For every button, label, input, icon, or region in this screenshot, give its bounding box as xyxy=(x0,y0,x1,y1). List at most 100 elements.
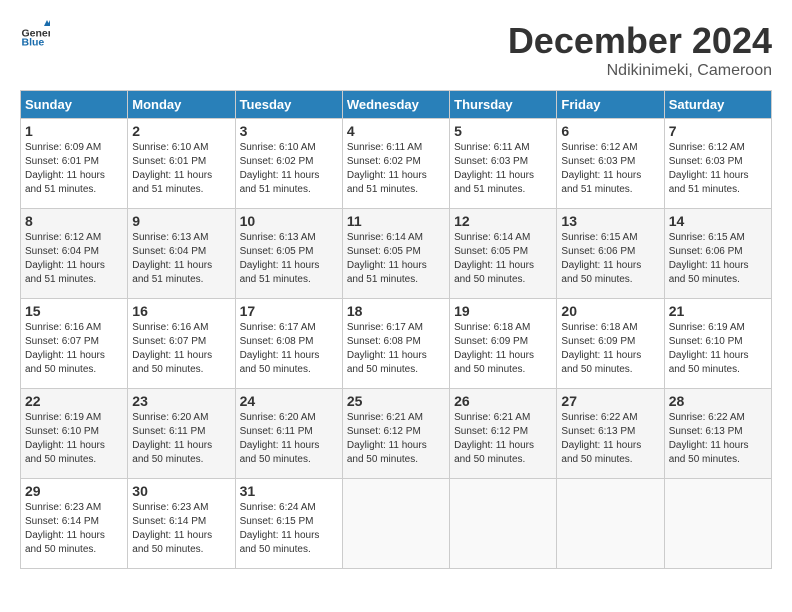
calendar-table: Sunday Monday Tuesday Wednesday Thursday… xyxy=(20,90,772,569)
day-number: 28 xyxy=(669,393,767,409)
day-info: Sunrise: 6:10 AM Sunset: 6:02 PM Dayligh… xyxy=(240,141,338,197)
day-info: Sunrise: 6:24 AM Sunset: 6:15 PM Dayligh… xyxy=(240,501,338,557)
table-row: 25 Sunrise: 6:21 AM Sunset: 6:12 PM Dayl… xyxy=(342,389,449,479)
day-info: Sunrise: 6:21 AM Sunset: 6:12 PM Dayligh… xyxy=(347,411,445,467)
day-number: 31 xyxy=(240,483,338,499)
table-row: 19 Sunrise: 6:18 AM Sunset: 6:09 PM Dayl… xyxy=(450,299,557,389)
day-info: Sunrise: 6:22 AM Sunset: 6:13 PM Dayligh… xyxy=(561,411,659,467)
day-info: Sunrise: 6:18 AM Sunset: 6:09 PM Dayligh… xyxy=(454,321,552,377)
day-number: 13 xyxy=(561,213,659,229)
day-info: Sunrise: 6:12 AM Sunset: 6:03 PM Dayligh… xyxy=(561,141,659,197)
day-number: 22 xyxy=(25,393,123,409)
day-info: Sunrise: 6:20 AM Sunset: 6:11 PM Dayligh… xyxy=(240,411,338,467)
svg-text:Blue: Blue xyxy=(22,37,45,49)
table-row: 12 Sunrise: 6:14 AM Sunset: 6:05 PM Dayl… xyxy=(450,209,557,299)
day-number: 26 xyxy=(454,393,552,409)
col-sunday: Sunday xyxy=(21,91,128,119)
empty-cell xyxy=(557,479,664,569)
table-row: 5 Sunrise: 6:11 AM Sunset: 6:03 PM Dayli… xyxy=(450,119,557,209)
day-number: 10 xyxy=(240,213,338,229)
day-info: Sunrise: 6:12 AM Sunset: 6:04 PM Dayligh… xyxy=(25,231,123,287)
day-info: Sunrise: 6:23 AM Sunset: 6:14 PM Dayligh… xyxy=(25,501,123,557)
day-number: 25 xyxy=(347,393,445,409)
table-row: 21 Sunrise: 6:19 AM Sunset: 6:10 PM Dayl… xyxy=(664,299,771,389)
calendar-row: 22 Sunrise: 6:19 AM Sunset: 6:10 PM Dayl… xyxy=(21,389,772,479)
table-row: 7 Sunrise: 6:12 AM Sunset: 6:03 PM Dayli… xyxy=(664,119,771,209)
table-row: 31 Sunrise: 6:24 AM Sunset: 6:15 PM Dayl… xyxy=(235,479,342,569)
logo-icon: General Blue xyxy=(20,20,50,50)
day-info: Sunrise: 6:23 AM Sunset: 6:14 PM Dayligh… xyxy=(132,501,230,557)
table-row: 22 Sunrise: 6:19 AM Sunset: 6:10 PM Dayl… xyxy=(21,389,128,479)
table-row: 17 Sunrise: 6:17 AM Sunset: 6:08 PM Dayl… xyxy=(235,299,342,389)
day-number: 9 xyxy=(132,213,230,229)
day-number: 4 xyxy=(347,123,445,139)
day-info: Sunrise: 6:12 AM Sunset: 6:03 PM Dayligh… xyxy=(669,141,767,197)
col-thursday: Thursday xyxy=(450,91,557,119)
col-wednesday: Wednesday xyxy=(342,91,449,119)
day-info: Sunrise: 6:11 AM Sunset: 6:02 PM Dayligh… xyxy=(347,141,445,197)
table-row: 30 Sunrise: 6:23 AM Sunset: 6:14 PM Dayl… xyxy=(128,479,235,569)
table-row: 3 Sunrise: 6:10 AM Sunset: 6:02 PM Dayli… xyxy=(235,119,342,209)
day-number: 1 xyxy=(25,123,123,139)
day-info: Sunrise: 6:10 AM Sunset: 6:01 PM Dayligh… xyxy=(132,141,230,197)
table-row: 20 Sunrise: 6:18 AM Sunset: 6:09 PM Dayl… xyxy=(557,299,664,389)
table-row: 28 Sunrise: 6:22 AM Sunset: 6:13 PM Dayl… xyxy=(664,389,771,479)
day-info: Sunrise: 6:17 AM Sunset: 6:08 PM Dayligh… xyxy=(240,321,338,377)
day-number: 19 xyxy=(454,303,552,319)
day-info: Sunrise: 6:09 AM Sunset: 6:01 PM Dayligh… xyxy=(25,141,123,197)
day-number: 20 xyxy=(561,303,659,319)
day-number: 5 xyxy=(454,123,552,139)
day-number: 14 xyxy=(669,213,767,229)
calendar-row: 29 Sunrise: 6:23 AM Sunset: 6:14 PM Dayl… xyxy=(21,479,772,569)
day-number: 29 xyxy=(25,483,123,499)
table-row: 26 Sunrise: 6:21 AM Sunset: 6:12 PM Dayl… xyxy=(450,389,557,479)
day-info: Sunrise: 6:15 AM Sunset: 6:06 PM Dayligh… xyxy=(561,231,659,287)
day-info: Sunrise: 6:13 AM Sunset: 6:05 PM Dayligh… xyxy=(240,231,338,287)
table-row: 10 Sunrise: 6:13 AM Sunset: 6:05 PM Dayl… xyxy=(235,209,342,299)
day-info: Sunrise: 6:20 AM Sunset: 6:11 PM Dayligh… xyxy=(132,411,230,467)
calendar-row: 1 Sunrise: 6:09 AM Sunset: 6:01 PM Dayli… xyxy=(21,119,772,209)
day-number: 2 xyxy=(132,123,230,139)
day-number: 23 xyxy=(132,393,230,409)
empty-cell xyxy=(450,479,557,569)
table-row: 11 Sunrise: 6:14 AM Sunset: 6:05 PM Dayl… xyxy=(342,209,449,299)
table-row: 27 Sunrise: 6:22 AM Sunset: 6:13 PM Dayl… xyxy=(557,389,664,479)
day-number: 18 xyxy=(347,303,445,319)
table-row: 6 Sunrise: 6:12 AM Sunset: 6:03 PM Dayli… xyxy=(557,119,664,209)
day-info: Sunrise: 6:14 AM Sunset: 6:05 PM Dayligh… xyxy=(347,231,445,287)
day-info: Sunrise: 6:16 AM Sunset: 6:07 PM Dayligh… xyxy=(132,321,230,377)
day-info: Sunrise: 6:19 AM Sunset: 6:10 PM Dayligh… xyxy=(669,321,767,377)
table-row: 16 Sunrise: 6:16 AM Sunset: 6:07 PM Dayl… xyxy=(128,299,235,389)
day-info: Sunrise: 6:11 AM Sunset: 6:03 PM Dayligh… xyxy=(454,141,552,197)
table-row: 23 Sunrise: 6:20 AM Sunset: 6:11 PM Dayl… xyxy=(128,389,235,479)
logo: General Blue xyxy=(20,20,50,50)
col-monday: Monday xyxy=(128,91,235,119)
table-row: 1 Sunrise: 6:09 AM Sunset: 6:01 PM Dayli… xyxy=(21,119,128,209)
day-number: 21 xyxy=(669,303,767,319)
day-number: 15 xyxy=(25,303,123,319)
table-row: 8 Sunrise: 6:12 AM Sunset: 6:04 PM Dayli… xyxy=(21,209,128,299)
table-row: 13 Sunrise: 6:15 AM Sunset: 6:06 PM Dayl… xyxy=(557,209,664,299)
col-tuesday: Tuesday xyxy=(235,91,342,119)
day-number: 12 xyxy=(454,213,552,229)
table-row: 4 Sunrise: 6:11 AM Sunset: 6:02 PM Dayli… xyxy=(342,119,449,209)
day-info: Sunrise: 6:22 AM Sunset: 6:13 PM Dayligh… xyxy=(669,411,767,467)
day-number: 30 xyxy=(132,483,230,499)
col-friday: Friday xyxy=(557,91,664,119)
table-row: 2 Sunrise: 6:10 AM Sunset: 6:01 PM Dayli… xyxy=(128,119,235,209)
day-number: 16 xyxy=(132,303,230,319)
day-info: Sunrise: 6:18 AM Sunset: 6:09 PM Dayligh… xyxy=(561,321,659,377)
day-number: 6 xyxy=(561,123,659,139)
calendar-title: December 2024 xyxy=(508,20,772,62)
header-row: Sunday Monday Tuesday Wednesday Thursday… xyxy=(21,91,772,119)
day-info: Sunrise: 6:13 AM Sunset: 6:04 PM Dayligh… xyxy=(132,231,230,287)
day-number: 7 xyxy=(669,123,767,139)
empty-cell xyxy=(664,479,771,569)
day-info: Sunrise: 6:15 AM Sunset: 6:06 PM Dayligh… xyxy=(669,231,767,287)
calendar-subtitle: Ndikinimeki, Cameroon xyxy=(508,62,772,80)
calendar-row: 15 Sunrise: 6:16 AM Sunset: 6:07 PM Dayl… xyxy=(21,299,772,389)
table-row: 15 Sunrise: 6:16 AM Sunset: 6:07 PM Dayl… xyxy=(21,299,128,389)
table-row: 24 Sunrise: 6:20 AM Sunset: 6:11 PM Dayl… xyxy=(235,389,342,479)
day-number: 3 xyxy=(240,123,338,139)
day-number: 27 xyxy=(561,393,659,409)
